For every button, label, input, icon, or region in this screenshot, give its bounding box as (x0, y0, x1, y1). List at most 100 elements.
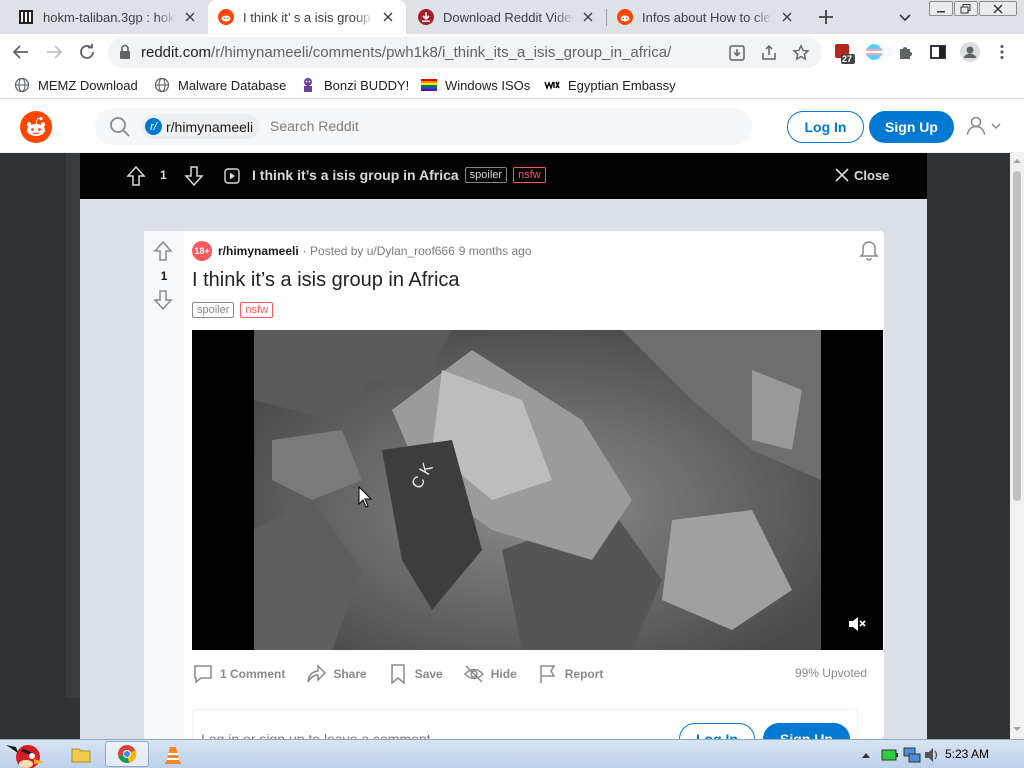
bookmark-icon (390, 664, 405, 685)
bookmark-windows-isos[interactable]: Windows ISOs (421, 77, 530, 93)
taskbar-vlc[interactable] (156, 740, 190, 768)
tab-hokm-taliban[interactable]: hokm-taliban.3gp : hokm-taliban (8, 0, 208, 34)
tab-reddit-post[interactable]: I think it’ s a isis group in Africa (208, 0, 406, 34)
subreddit-link[interactable]: r/himynameeli (218, 244, 299, 258)
avatar-icon (960, 42, 980, 62)
nsfw-tag: nsfw (240, 302, 274, 318)
tab-close-icon[interactable] (779, 9, 795, 25)
browser-menu-button[interactable] (993, 43, 1011, 61)
nsfw-community-badge: 18+ (192, 241, 212, 261)
start-button[interactable] (2, 740, 50, 768)
side-panel-button[interactable] (929, 43, 947, 61)
install-app-button[interactable] (728, 44, 746, 62)
back-button[interactable] (12, 43, 30, 61)
bookmark-label: Malware Database (178, 77, 287, 93)
trans-flag-icon (866, 44, 882, 60)
downvote-icon[interactable] (183, 165, 205, 187)
tab-close-icon[interactable] (580, 9, 596, 25)
bookmark-bonzi[interactable]: Bonzi BUDDY! (300, 77, 409, 93)
side-panel-icon (930, 45, 946, 59)
post-score: 1 (160, 269, 168, 283)
posted-by[interactable]: · Posted by u/Dylan_roof666 (303, 244, 455, 258)
video-frame: C K (254, 330, 821, 650)
header-signup-button[interactable]: Sign Up (869, 111, 954, 143)
bookmark-memz[interactable]: MEMZ Download (14, 77, 138, 93)
share-button[interactable]: Share (305, 663, 367, 685)
close-label: Close (854, 167, 890, 183)
minimize-button[interactable] (929, 1, 953, 16)
share-page-button[interactable] (760, 44, 778, 62)
reload-button[interactable] (78, 43, 96, 61)
flag-icon (540, 665, 556, 683)
tray-network[interactable] (902, 740, 922, 768)
tray-overflow-button[interactable] (858, 740, 874, 768)
extension-badge-button[interactable]: 27 (834, 43, 856, 65)
plus-icon (819, 10, 833, 24)
upvote-icon[interactable] (125, 165, 147, 187)
tab-search-button[interactable] (897, 9, 913, 25)
forward-button[interactable] (45, 43, 63, 61)
hide-button[interactable]: Hide (463, 663, 517, 685)
user-menu-button[interactable] (965, 113, 1005, 139)
tray-battery[interactable] (879, 740, 901, 768)
downvote-icon[interactable] (152, 289, 174, 311)
video-player[interactable]: C K (192, 330, 883, 650)
address-bar[interactable]: reddit.com/r/himynameeli/comments/pwh1k8… (108, 37, 822, 68)
reddit-search-box[interactable]: r/ r/himynameeli Search Reddit (95, 108, 752, 145)
search-placeholder: Search Reddit (270, 118, 359, 134)
bookmark-malware-db[interactable]: Malware Database (154, 77, 286, 93)
browser-tab-strip: hokm-taliban.3gp : hokm-taliban I think … (0, 0, 1024, 34)
upvote-icon[interactable] (152, 240, 174, 262)
scrollbar-thumb[interactable] (1013, 171, 1021, 501)
close-post-button[interactable]: Close (834, 167, 889, 183)
tab-download-reddit[interactable]: Download Reddit Videos (408, 0, 606, 34)
subreddit-search-chip[interactable]: r/ r/himynameeli (142, 114, 260, 139)
taskbar-clock[interactable]: 5:23 AM (945, 747, 989, 761)
tab-close-icon[interactable] (380, 9, 396, 25)
report-button[interactable]: Report (537, 663, 603, 685)
tray-volume[interactable] (922, 740, 942, 768)
tab-title: hokm-taliban.3gp : hokm-taliban (43, 9, 176, 25)
minimize-icon (937, 10, 945, 12)
tab-close-icon[interactable] (182, 9, 198, 25)
post-meta: 18+ r/himynameeli · Posted by u/Dylan_ro… (192, 241, 532, 261)
muted-speaker-icon[interactable] (847, 615, 867, 633)
header-login-button[interactable]: Log In (787, 111, 864, 143)
background-page-ghost (66, 153, 80, 698)
arrow-left-icon (12, 45, 28, 59)
post-time: 9 months ago (458, 244, 532, 258)
post-overlay-bar: 1 I think it’s a isis group in Africa sp… (80, 153, 927, 199)
extensions-button[interactable] (897, 43, 915, 61)
url-host: reddit.com (141, 44, 212, 61)
install-icon (729, 45, 745, 61)
scroll-up-arrow-icon[interactable] (1013, 157, 1021, 165)
bell-icon[interactable] (859, 239, 879, 261)
bookmark-egyptian-embassy[interactable]: Egyptian Embassy (544, 77, 676, 93)
browser-toolbar: reddit.com/r/himynameeli/comments/pwh1k8… (0, 34, 1024, 71)
extension-flag-button[interactable] (865, 43, 883, 61)
save-button[interactable]: Save (387, 663, 443, 685)
chrome-icon (118, 745, 137, 763)
windows-taskbar: 5:23 AM (0, 739, 1024, 768)
reddit-logo-icon[interactable] (20, 111, 52, 143)
page-scrollbar[interactable] (1010, 153, 1024, 739)
comment-icon (194, 665, 212, 684)
share-icon (762, 44, 776, 60)
subreddit-chip-label: r/himynameeli (166, 118, 254, 135)
scroll-down-arrow-icon[interactable] (1013, 725, 1021, 733)
hide-label: Hide (490, 667, 517, 681)
tab-infos-clean[interactable]: Infos about How to clean (607, 0, 805, 34)
restore-button[interactable] (954, 1, 978, 16)
comments-button[interactable]: 1 Comment (192, 663, 285, 685)
bookmark-star-button[interactable] (792, 44, 810, 62)
chevron-down-icon (899, 14, 911, 22)
taskbar-explorer[interactable] (66, 740, 96, 768)
taskbar-chrome[interactable] (105, 741, 149, 767)
close-window-button[interactable] (979, 1, 1017, 16)
new-tab-button[interactable] (816, 7, 836, 27)
chevron-down-icon (991, 123, 1001, 130)
bookmark-label: Egyptian Embassy (568, 77, 676, 93)
globe-icon (154, 77, 170, 93)
vlc-icon (165, 746, 181, 764)
profile-button[interactable] (960, 42, 980, 62)
